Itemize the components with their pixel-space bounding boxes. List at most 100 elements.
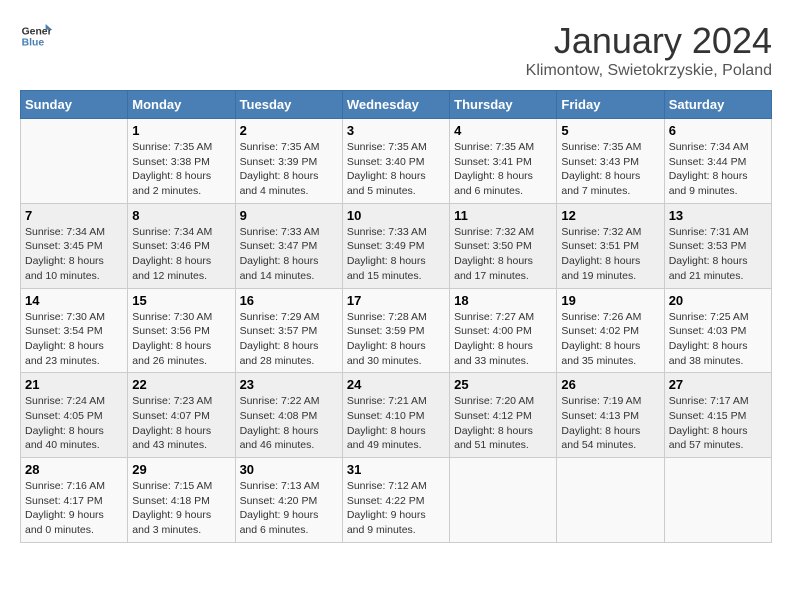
calendar-body: 1 Sunrise: 7:35 AMSunset: 3:38 PMDaylight…: [21, 119, 772, 543]
day-number: 15: [132, 293, 230, 308]
calendar-cell: 20 Sunrise: 7:25 AMSunset: 4:03 PMDayligh…: [664, 288, 771, 373]
day-info: Sunrise: 7:33 AMSunset: 3:47 PMDaylight:…: [240, 225, 338, 284]
weekday-header-cell: Tuesday: [235, 91, 342, 119]
day-info: Sunrise: 7:33 AMSunset: 3:49 PMDaylight:…: [347, 225, 445, 284]
calendar-cell: [664, 458, 771, 543]
day-number: 20: [669, 293, 767, 308]
day-info: Sunrise: 7:31 AMSunset: 3:53 PMDaylight:…: [669, 225, 767, 284]
day-number: 23: [240, 377, 338, 392]
title-section: January 2024 Klimontow, Swietokrzyskie, …: [526, 20, 772, 80]
calendar-week-row: 1 Sunrise: 7:35 AMSunset: 3:38 PMDaylight…: [21, 119, 772, 204]
calendar-cell: 6Sunrise: 7:34 AMSunset: 3:44 PMDaylight…: [664, 119, 771, 204]
day-number: 26: [561, 377, 659, 392]
day-number: 10: [347, 208, 445, 223]
calendar-cell: 28 Sunrise: 7:16 AMSunset: 4:17 PMDayligh…: [21, 458, 128, 543]
calendar-cell: 31Sunrise: 7:12 AMSunset: 4:22 PMDayligh…: [342, 458, 449, 543]
calendar-cell: 2Sunrise: 7:35 AMSunset: 3:39 PMDaylight…: [235, 119, 342, 204]
calendar-week-row: 28 Sunrise: 7:16 AMSunset: 4:17 PMDayligh…: [21, 458, 772, 543]
day-info: Sunrise: 7:35 AMSunset: 3:38 PMDaylight:…: [132, 140, 230, 199]
day-number: 5: [561, 123, 659, 138]
calendar-cell: 25Sunrise: 7:20 AMSunset: 4:12 PMDayligh…: [450, 373, 557, 458]
day-info: Sunrise: 7:34 AMSunset: 3:45 PMDaylight:…: [25, 225, 123, 284]
calendar-cell: 30 Sunrise: 7:13 AMSunset: 4:20 PMDayligh…: [235, 458, 342, 543]
calendar-cell: 10 Sunrise: 7:33 AMSunset: 3:49 PMDayligh…: [342, 203, 449, 288]
calendar-cell: 11Sunrise: 7:32 AMSunset: 3:50 PMDayligh…: [450, 203, 557, 288]
weekday-header-cell: Sunday: [21, 91, 128, 119]
day-number: 30: [240, 462, 338, 477]
day-number: 29: [132, 462, 230, 477]
calendar-table: SundayMondayTuesdayWednesdayThursdayFrid…: [20, 90, 772, 543]
day-number: 16: [240, 293, 338, 308]
weekday-header-cell: Thursday: [450, 91, 557, 119]
calendar-cell: 21Sunrise: 7:24 AMSunset: 4:05 PMDayligh…: [21, 373, 128, 458]
day-info: Sunrise: 7:30 AMSunset: 3:54 PMDaylight:…: [25, 310, 123, 369]
calendar-title: January 2024: [526, 20, 772, 62]
calendar-week-row: 14Sunrise: 7:30 AMSunset: 3:54 PMDayligh…: [21, 288, 772, 373]
day-info: Sunrise: 7:30 AMSunset: 3:56 PMDaylight:…: [132, 310, 230, 369]
calendar-cell: 22 Sunrise: 7:23 AMSunset: 4:07 PMDayligh…: [128, 373, 235, 458]
day-number: 28: [25, 462, 123, 477]
calendar-cell: 27 Sunrise: 7:17 AMSunset: 4:15 PMDayligh…: [664, 373, 771, 458]
weekday-header-cell: Friday: [557, 91, 664, 119]
day-number: 11: [454, 208, 552, 223]
day-info: Sunrise: 7:22 AMSunset: 4:08 PMDaylight:…: [240, 394, 338, 453]
day-info: Sunrise: 7:26 AMSunset: 4:02 PMDaylight:…: [561, 310, 659, 369]
calendar-cell: 9Sunrise: 7:33 AMSunset: 3:47 PMDaylight…: [235, 203, 342, 288]
day-info: Sunrise: 7:13 AMSunset: 4:20 PMDaylight:…: [240, 479, 338, 538]
calendar-cell: 12 Sunrise: 7:32 AMSunset: 3:51 PMDayligh…: [557, 203, 664, 288]
day-number: 7: [25, 208, 123, 223]
day-number: 21: [25, 377, 123, 392]
weekday-header-cell: Wednesday: [342, 91, 449, 119]
calendar-cell: 3 Sunrise: 7:35 AMSunset: 3:40 PMDaylight…: [342, 119, 449, 204]
svg-text:Blue: Blue: [22, 38, 45, 49]
day-number: 18: [454, 293, 552, 308]
logo: General Blue: [20, 20, 52, 52]
page-header: General Blue January 2024 Klimontow, Swi…: [20, 20, 772, 80]
day-info: Sunrise: 7:35 AMSunset: 3:39 PMDaylight:…: [240, 140, 338, 199]
calendar-cell: 17 Sunrise: 7:28 AMSunset: 3:59 PMDayligh…: [342, 288, 449, 373]
calendar-cell: 18 Sunrise: 7:27 AMSunset: 4:00 PMDayligh…: [450, 288, 557, 373]
day-info: Sunrise: 7:28 AMSunset: 3:59 PMDaylight:…: [347, 310, 445, 369]
calendar-cell: [21, 119, 128, 204]
day-info: Sunrise: 7:32 AMSunset: 3:51 PMDaylight:…: [561, 225, 659, 284]
calendar-cell: 26Sunrise: 7:19 AMSunset: 4:13 PMDayligh…: [557, 373, 664, 458]
day-info: Sunrise: 7:21 AMSunset: 4:10 PMDaylight:…: [347, 394, 445, 453]
day-info: Sunrise: 7:23 AMSunset: 4:07 PMDaylight:…: [132, 394, 230, 453]
day-number: 6: [669, 123, 767, 138]
day-info: Sunrise: 7:35 AMSunset: 3:40 PMDaylight:…: [347, 140, 445, 199]
day-info: Sunrise: 7:35 AMSunset: 3:41 PMDaylight:…: [454, 140, 552, 199]
day-info: Sunrise: 7:25 AMSunset: 4:03 PMDaylight:…: [669, 310, 767, 369]
calendar-cell: 4 Sunrise: 7:35 AMSunset: 3:41 PMDaylight…: [450, 119, 557, 204]
weekday-header-row: SundayMondayTuesdayWednesdayThursdayFrid…: [21, 91, 772, 119]
calendar-cell: 1 Sunrise: 7:35 AMSunset: 3:38 PMDaylight…: [128, 119, 235, 204]
day-number: 19: [561, 293, 659, 308]
day-number: 13: [669, 208, 767, 223]
day-number: 8: [132, 208, 230, 223]
day-info: Sunrise: 7:16 AMSunset: 4:17 PMDaylight:…: [25, 479, 123, 538]
day-info: Sunrise: 7:34 AMSunset: 3:46 PMDaylight:…: [132, 225, 230, 284]
calendar-cell: 15 Sunrise: 7:30 AMSunset: 3:56 PMDayligh…: [128, 288, 235, 373]
calendar-cell: 5Sunrise: 7:35 AMSunset: 3:43 PMDaylight…: [557, 119, 664, 204]
day-number: 17: [347, 293, 445, 308]
day-info: Sunrise: 7:15 AMSunset: 4:18 PMDaylight:…: [132, 479, 230, 538]
calendar-cell: 8 Sunrise: 7:34 AMSunset: 3:46 PMDaylight…: [128, 203, 235, 288]
day-info: Sunrise: 7:12 AMSunset: 4:22 PMDaylight:…: [347, 479, 445, 538]
calendar-cell: 19 Sunrise: 7:26 AMSunset: 4:02 PMDayligh…: [557, 288, 664, 373]
logo-icon: General Blue: [20, 20, 52, 52]
day-info: Sunrise: 7:17 AMSunset: 4:15 PMDaylight:…: [669, 394, 767, 453]
calendar-cell: 13 Sunrise: 7:31 AMSunset: 3:53 PMDayligh…: [664, 203, 771, 288]
day-number: 22: [132, 377, 230, 392]
day-number: 12: [561, 208, 659, 223]
day-number: 27: [669, 377, 767, 392]
day-info: Sunrise: 7:27 AMSunset: 4:00 PMDaylight:…: [454, 310, 552, 369]
calendar-cell: 14Sunrise: 7:30 AMSunset: 3:54 PMDayligh…: [21, 288, 128, 373]
calendar-cell: 29 Sunrise: 7:15 AMSunset: 4:18 PMDayligh…: [128, 458, 235, 543]
day-number: 24: [347, 377, 445, 392]
calendar-week-row: 21Sunrise: 7:24 AMSunset: 4:05 PMDayligh…: [21, 373, 772, 458]
weekday-header-cell: Saturday: [664, 91, 771, 119]
day-number: 3: [347, 123, 445, 138]
day-number: 4: [454, 123, 552, 138]
calendar-cell: 24 Sunrise: 7:21 AMSunset: 4:10 PMDayligh…: [342, 373, 449, 458]
day-number: 1: [132, 123, 230, 138]
calendar-week-row: 7 Sunrise: 7:34 AMSunset: 3:45 PMDaylight…: [21, 203, 772, 288]
